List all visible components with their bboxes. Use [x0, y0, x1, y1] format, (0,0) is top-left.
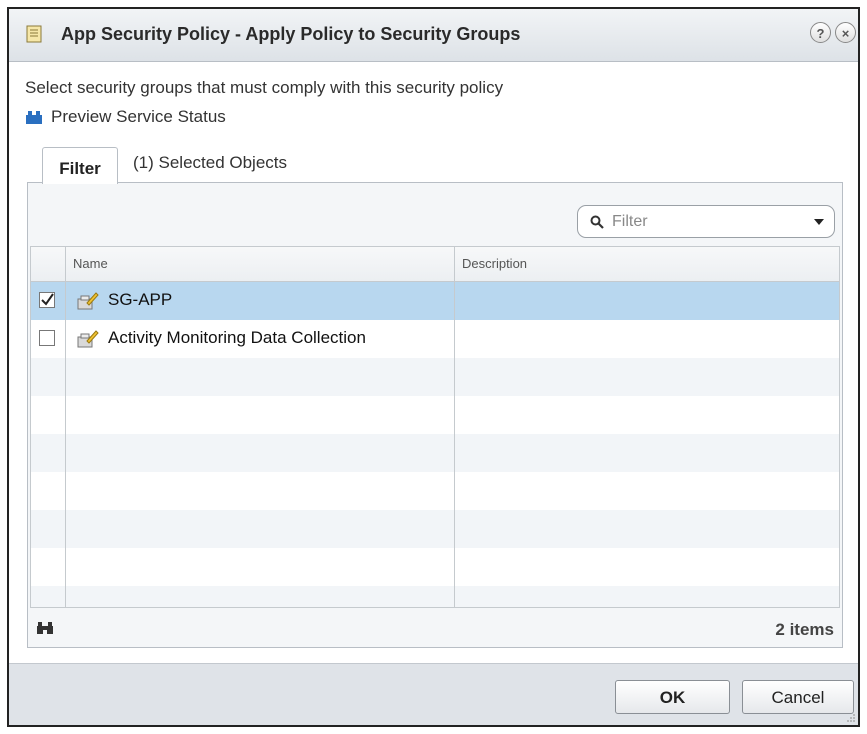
policy-scroll-icon [26, 25, 42, 43]
filter-placeholder: Filter [612, 213, 648, 230]
tab-filter[interactable]: Filter [42, 147, 118, 184]
resize-grip-icon[interactable] [846, 713, 856, 723]
filter-panel: Filter Name Description SG-APP Activity … [27, 182, 843, 648]
table-row[interactable]: SG-APP [31, 282, 839, 320]
security-group-icon [77, 292, 99, 310]
chevron-down-icon[interactable] [814, 219, 824, 225]
empty-row [31, 548, 839, 586]
cancel-button[interactable]: Cancel [742, 680, 854, 714]
table-row[interactable]: Activity Monitoring Data Collection [31, 320, 839, 358]
empty-row [31, 586, 839, 607]
column-divider[interactable] [454, 247, 455, 607]
table-footer: 2 items [30, 611, 840, 647]
search-icon [590, 215, 604, 229]
dialog-title: App Security Policy - Apply Policy to Se… [61, 24, 521, 44]
checkmark-icon [41, 293, 54, 306]
apply-policy-dialog: App Security Policy - Apply Policy to Se… [7, 7, 860, 727]
empty-row [31, 358, 839, 396]
empty-row [31, 510, 839, 548]
binoculars-icon[interactable] [36, 621, 54, 635]
column-divider [65, 247, 66, 607]
preview-service-status-label: Preview Service Status [51, 107, 226, 126]
preview-service-status-link[interactable]: Preview Service Status [25, 107, 226, 127]
column-header-description[interactable]: Description [462, 256, 527, 271]
row-name: SG-APP [108, 290, 173, 309]
dialog-button-bar: OK Cancel [9, 663, 858, 725]
tab-selected-objects[interactable]: (1) Selected Objects [133, 147, 287, 183]
table-header: Name Description [31, 247, 839, 282]
empty-row [31, 434, 839, 472]
empty-row [31, 396, 839, 434]
row-checkbox-unchecked[interactable] [39, 330, 55, 346]
close-icon[interactable]: × [835, 22, 856, 43]
instructions-text: Select security groups that must comply … [25, 78, 504, 97]
security-groups-table: Name Description SG-APP Activity Monitor… [30, 246, 840, 608]
service-status-icon [26, 111, 42, 124]
help-icon[interactable]: ? [810, 22, 831, 43]
row-name: Activity Monitoring Data Collection [108, 328, 366, 347]
item-count: 2 items [775, 620, 834, 639]
empty-row [31, 472, 839, 510]
ok-button[interactable]: OK [615, 680, 730, 714]
security-group-icon [77, 330, 99, 348]
filter-input[interactable]: Filter [577, 205, 835, 238]
dialog-titlebar[interactable]: App Security Policy - Apply Policy to Se… [9, 9, 858, 62]
row-checkbox-checked[interactable] [39, 292, 55, 308]
column-header-name[interactable]: Name [73, 256, 108, 271]
